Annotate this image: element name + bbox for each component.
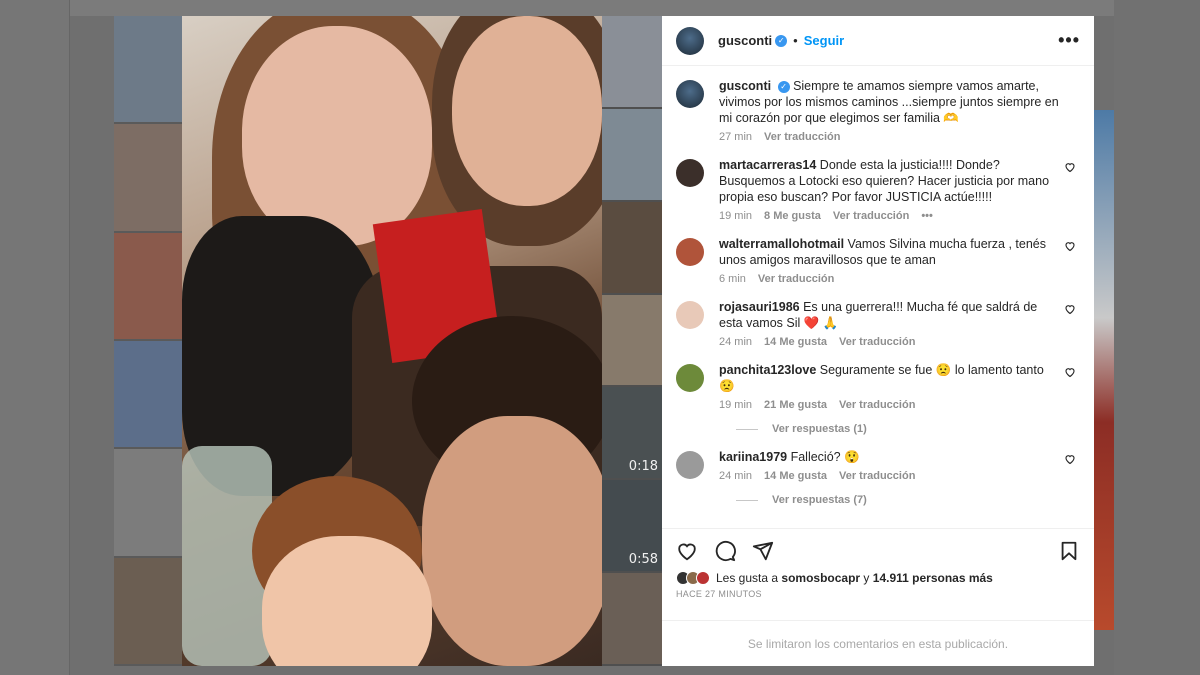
- post-username[interactable]: gusconti: [718, 33, 772, 48]
- comment-username[interactable]: rojasauri1986: [719, 300, 800, 314]
- comment-item: martacarreras14 Donde esta la justicia!!…: [676, 157, 1080, 222]
- like-comment-icon[interactable]: [1064, 303, 1076, 315]
- post-actions: Les gusta a somosbocapr y 14.911 persona…: [662, 528, 1094, 632]
- avatar[interactable]: [676, 451, 704, 479]
- comment-item: walterramallohotmail Vamos Silvina mucha…: [676, 236, 1080, 285]
- see-translation-link[interactable]: Ver traducción: [758, 273, 834, 285]
- comment-username[interactable]: panchita123love: [719, 363, 816, 377]
- video-duration: 0:18: [628, 459, 658, 475]
- follow-button[interactable]: Seguir: [804, 33, 844, 48]
- caption: gusconti ✓ Siempre te amamos siempre vam…: [676, 78, 1080, 143]
- comment-time[interactable]: 24 min: [719, 470, 752, 482]
- comment-time[interactable]: 6 min: [719, 273, 746, 285]
- like-comment-icon[interactable]: [1064, 161, 1076, 173]
- comment-icon[interactable]: [714, 540, 736, 562]
- caption-username[interactable]: gusconti: [719, 79, 771, 93]
- post-header: gusconti ✓ • Seguir •••: [662, 16, 1094, 66]
- comment-likes[interactable]: 21 Me gusta: [764, 399, 827, 411]
- comment-likes[interactable]: 8 Me gusta: [764, 210, 821, 222]
- background-top-bar: [0, 0, 1200, 16]
- likes-summary: Les gusta a somosbocapr y 14.911 persona…: [676, 571, 1080, 585]
- liker-avatar[interactable]: [696, 571, 710, 585]
- comment-likes[interactable]: 14 Me gusta: [764, 470, 827, 482]
- comment-time[interactable]: 19 min: [719, 210, 752, 222]
- post-timestamp[interactable]: HACE 27 MINUTOS: [676, 589, 1080, 599]
- comments-list[interactable]: gusconti ✓ Siempre te amamos siempre vam…: [662, 66, 1094, 528]
- comment-likes[interactable]: 14 Me gusta: [764, 336, 827, 348]
- comment-item: kariina1979 Falleció? 😲 24 min 14 Me gust…: [676, 449, 1080, 482]
- separator-dot: •: [793, 33, 798, 48]
- view-replies-label: Ver respuestas (1): [772, 423, 867, 435]
- avatar[interactable]: [676, 238, 704, 266]
- background-grid-right: 0:18 0:58: [602, 16, 662, 667]
- see-translation-link[interactable]: Ver traducción: [764, 131, 840, 143]
- avatar[interactable]: [676, 301, 704, 329]
- verified-badge-icon: ✓: [775, 34, 788, 47]
- like-comment-icon[interactable]: [1064, 240, 1076, 252]
- view-replies-button[interactable]: Ver respuestas (7): [736, 494, 1080, 506]
- avatar[interactable]: [676, 159, 704, 187]
- background-grid-left: [114, 16, 182, 666]
- comment-username[interactable]: martacarreras14: [719, 158, 816, 172]
- see-translation-link[interactable]: Ver traducción: [839, 399, 915, 411]
- like-comment-icon[interactable]: [1064, 366, 1076, 378]
- background-right-area: [1114, 0, 1200, 675]
- likes-joiner: y: [863, 571, 870, 585]
- comment-time[interactable]: 19 min: [719, 399, 752, 411]
- comment-username[interactable]: kariina1979: [719, 450, 787, 464]
- avatar[interactable]: [676, 26, 704, 55]
- comment-time[interactable]: 24 min: [719, 336, 752, 348]
- background-sidebar: [0, 0, 70, 675]
- likes-count-link[interactable]: 14.911 personas más: [873, 571, 993, 585]
- share-icon[interactable]: [752, 540, 774, 562]
- verified-badge-icon: ✓: [777, 80, 790, 93]
- avatar[interactable]: [676, 364, 704, 392]
- post-side-panel: gusconti ✓ • Seguir ••• gusconti ✓ Siemp…: [662, 16, 1094, 666]
- comment-item: panchita123love Seguramente se fue 😟 lo …: [676, 362, 1080, 411]
- video-duration: 0:58: [628, 552, 658, 568]
- comment-username[interactable]: walterramallohotmail: [719, 237, 844, 251]
- comments-limited-notice: Se limitaron los comentarios en esta pub…: [662, 620, 1094, 666]
- caption-time[interactable]: 27 min: [719, 131, 752, 143]
- like-icon[interactable]: [676, 540, 698, 562]
- see-translation-link[interactable]: Ver traducción: [839, 336, 915, 348]
- like-comment-icon[interactable]: [1064, 453, 1076, 465]
- see-translation-link[interactable]: Ver traducción: [839, 470, 915, 482]
- comment-text: Falleció? 😲: [790, 450, 860, 464]
- more-options-icon[interactable]: •••: [1058, 30, 1080, 51]
- post-photo[interactable]: [182, 16, 602, 666]
- likes-prefix: Les gusta a: [716, 571, 779, 585]
- background-thumbnail-strip: [1094, 110, 1114, 630]
- view-replies-label: Ver respuestas (7): [772, 494, 867, 506]
- comment-options-icon[interactable]: •••: [921, 210, 933, 222]
- avatar[interactable]: [676, 80, 704, 108]
- bookmark-icon[interactable]: [1058, 540, 1080, 562]
- see-translation-link[interactable]: Ver traducción: [833, 210, 909, 222]
- comment-item: rojasauri1986 Es una guerrera!!! Mucha f…: [676, 299, 1080, 348]
- view-replies-button[interactable]: Ver respuestas (1): [736, 423, 1080, 435]
- liker-username[interactable]: somosbocapr: [781, 571, 860, 585]
